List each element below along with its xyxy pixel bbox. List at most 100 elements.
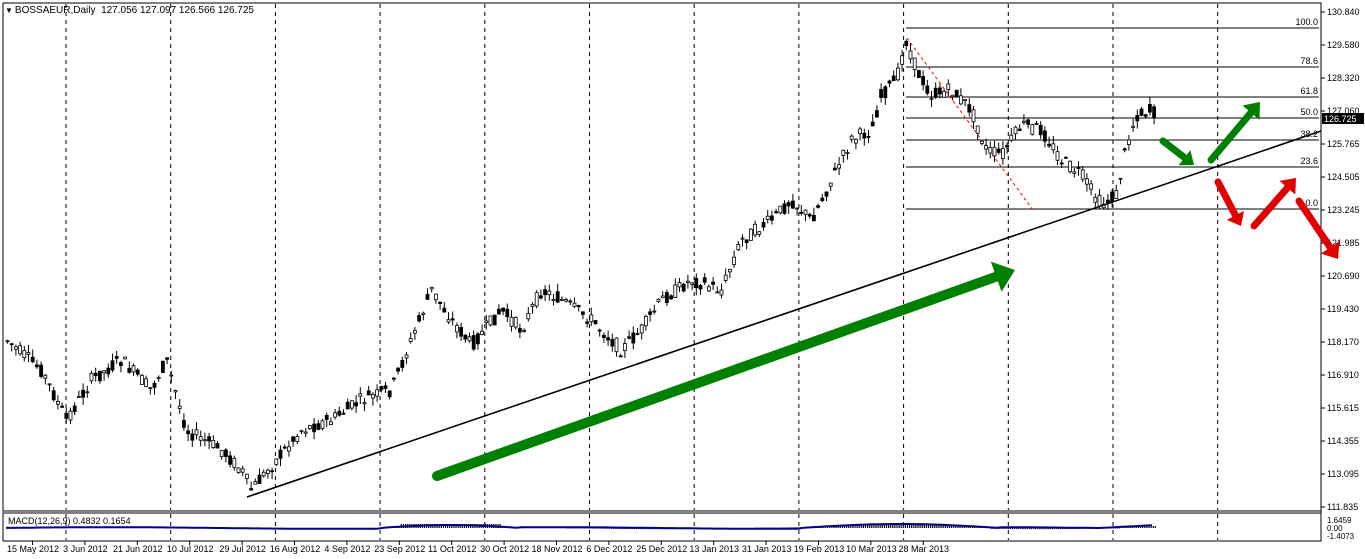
price-tick-label: 111.835 (1327, 502, 1358, 512)
candle-body (1089, 183, 1093, 190)
candle-body (72, 405, 77, 413)
candle-body (946, 83, 951, 91)
candle-body (480, 330, 485, 335)
candle-body (278, 449, 283, 459)
candle-body (421, 312, 426, 315)
candle-body (60, 405, 64, 408)
candle-body (614, 337, 619, 353)
candle-body (803, 209, 808, 215)
candle-body (627, 336, 631, 339)
price-tick-label: 116.910 (1327, 370, 1359, 380)
candle-body (379, 386, 384, 391)
time-tick-label: 23 Sep 2012 (374, 544, 425, 554)
arrows (432, 102, 1340, 481)
candle-body (988, 147, 993, 154)
candle-body (438, 301, 443, 304)
candle-body (975, 125, 980, 134)
candle-body (5, 340, 10, 343)
candle-body (576, 305, 581, 308)
candle-body (959, 95, 963, 105)
price-axis-ticks: 130.840129.580128.320127.060125.765124.5… (1321, 7, 1360, 512)
candle-body (1152, 106, 1156, 119)
candle-body (631, 332, 636, 344)
candle-body (938, 87, 942, 95)
candle-body (887, 80, 892, 84)
candle-body (102, 370, 106, 374)
candle-body (774, 211, 778, 214)
candle-body (51, 390, 56, 401)
candle-body (144, 378, 149, 387)
macd-bar (1150, 526, 1152, 528)
candle-body (274, 458, 279, 465)
time-tick-label: 10 Mar 2013 (846, 544, 897, 554)
candle-body (1072, 171, 1077, 174)
candle-body (593, 320, 598, 325)
candle-body (833, 167, 837, 171)
candle-body (824, 191, 829, 197)
candle-body (475, 333, 480, 345)
candle-body (564, 299, 568, 302)
candle-body (454, 325, 459, 333)
candle-body (194, 429, 199, 436)
candle-body (1013, 126, 1018, 135)
candle-body (732, 256, 736, 265)
price-tick-label: 125.765 (1327, 139, 1360, 149)
candle-body (1106, 199, 1110, 204)
candle-body (1038, 125, 1043, 136)
current-price-label: 126.725 (1324, 114, 1357, 124)
candle-body (1026, 119, 1030, 125)
candle-body (446, 319, 451, 323)
candle-body (770, 215, 774, 221)
time-axis-ticks: 15 May 2012 3 Jun 2012 21 Jun 2012 10 Jul 2… (7, 541, 949, 554)
price-tick-label: 118.170 (1327, 337, 1359, 347)
candle-body (223, 449, 228, 458)
candle-body (328, 421, 333, 426)
candle-body (299, 430, 304, 433)
price-tick-label: 123.245 (1327, 205, 1360, 215)
candle-body (257, 474, 262, 484)
candle-body (282, 446, 287, 449)
candle-body (496, 308, 501, 315)
candle-body (131, 365, 136, 373)
candle-body (127, 367, 132, 373)
time-tick-label: 29 Jul 2012 (219, 544, 266, 554)
price-tick-label: 119.430 (1327, 304, 1359, 314)
candle-body (778, 205, 783, 214)
candle-body (186, 430, 191, 435)
candle-body (219, 450, 224, 458)
candle-body (265, 469, 270, 474)
fibonacci-trendline[interactable] (906, 37, 1034, 211)
price-chart[interactable]: 130.840129.580128.320127.060125.765124.5… (0, 0, 1365, 559)
candle-body (471, 335, 476, 350)
candle-body (1022, 120, 1026, 123)
candle-body (249, 488, 254, 491)
price-tick-label: 130.840 (1327, 7, 1360, 17)
time-tick-label: 6 Dec 2012 (586, 544, 632, 554)
time-tick-label: 28 Mar 2013 (899, 544, 950, 554)
candle-body (270, 470, 275, 473)
candle-body (312, 423, 317, 433)
candle-body (858, 128, 862, 134)
candle-body (177, 405, 182, 409)
uptrend-line[interactable] (246, 130, 1322, 498)
candle-body (866, 136, 871, 138)
candle-body (828, 182, 833, 187)
candle-body (891, 75, 896, 81)
candle-body (228, 455, 233, 465)
candle-body (572, 302, 577, 307)
candle-body (345, 401, 350, 410)
candle-body (333, 412, 338, 418)
candle-body (391, 377, 396, 380)
candle-body (719, 289, 724, 296)
candle-body (1030, 124, 1035, 135)
macd-bar (827, 527, 829, 528)
candle-body (341, 412, 346, 415)
candle-body (77, 396, 81, 398)
candle-body (119, 362, 123, 366)
candle-body (442, 307, 447, 313)
candle-body (610, 338, 615, 347)
candle-body (917, 70, 921, 78)
candle-body (518, 328, 522, 333)
candle-body (47, 383, 52, 386)
candle-body (106, 367, 111, 375)
